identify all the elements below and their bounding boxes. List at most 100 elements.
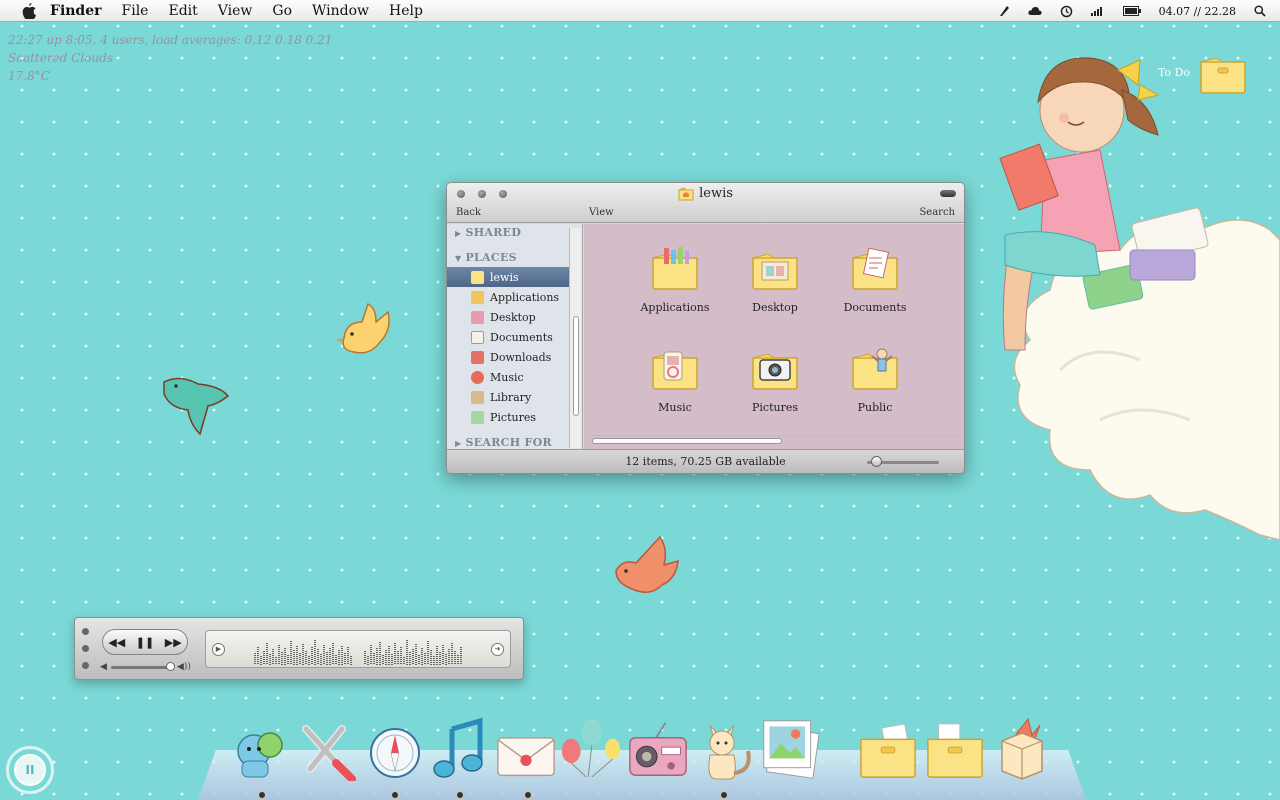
pause-widget[interactable]: II (6, 746, 54, 794)
menu-view[interactable]: View (218, 3, 253, 19)
geektool-overlay: 22:27 up 8:05, 4 users, load averages: 0… (8, 31, 332, 85)
library-icon (471, 390, 484, 404)
music-icon (471, 370, 484, 384)
menu-file[interactable]: File (122, 3, 149, 19)
sidebar-item-documents[interactable]: Documents (447, 327, 569, 347)
window-title: lewis (447, 186, 964, 201)
sidebar-item-label: Library (490, 390, 532, 404)
dock-running-indicator (259, 792, 265, 798)
folder-label: Pictures (752, 401, 798, 414)
sidebar-item-library[interactable]: Library (447, 387, 569, 407)
volume-control: ◀ ◀)) (100, 661, 191, 672)
view-button[interactable]: View (589, 207, 614, 218)
folder-label: Music (658, 401, 692, 414)
cloud-icon[interactable] (1028, 6, 1042, 16)
volume-slider[interactable] (110, 661, 175, 671)
menu-app-name[interactable]: Finder (50, 3, 102, 19)
pause-icon: II (14, 754, 46, 786)
dock-item-trash[interactable] (992, 715, 1052, 781)
folder-music[interactable]: Music (630, 346, 720, 414)
horizontal-scroll-thumb[interactable] (592, 438, 782, 444)
dock-item-radio[interactable] (628, 715, 688, 781)
dock-item-adium[interactable] (232, 715, 292, 781)
cloud-girl-illustration (999, 57, 1280, 540)
dock-running-indicator (457, 792, 463, 798)
folder-label: Documents (843, 301, 907, 314)
balloons-icon (561, 718, 620, 778)
teal-bird-icon (163, 377, 230, 436)
sidebar-item-music[interactable]: Music (447, 367, 569, 387)
sidebar-section-places[interactable]: ▼ PLACES (455, 251, 517, 264)
itunes-mini-player: ◀◀ ❚❚ ▶▶ ◀ ◀)) ▶ ➜ (74, 617, 524, 680)
spotlight-search-icon[interactable] (1254, 5, 1266, 17)
search-button[interactable]: Search (919, 207, 955, 218)
folder-public[interactable]: Public (830, 346, 920, 414)
folder-documents[interactable]: Documents (830, 246, 920, 314)
iphoto-icon (763, 720, 820, 779)
folder-desktop[interactable]: Desktop (730, 246, 820, 314)
dock-item-balloons[interactable] (560, 715, 620, 781)
menu-edit[interactable]: Edit (168, 3, 197, 19)
lcd-play-icon[interactable]: ▶ (212, 643, 225, 656)
script-icon[interactable] (998, 5, 1010, 17)
volume-slider-knob[interactable] (165, 661, 175, 671)
sidebar-item-downloads[interactable]: Downloads (447, 347, 569, 367)
pictures-folder-icon (752, 353, 798, 390)
sidebar-section-shared[interactable]: ▶ SHARED (455, 226, 521, 239)
sidebar-header-label: SHARED (465, 226, 522, 239)
sidebar-item-lewis[interactable]: lewis (447, 267, 569, 287)
documents-icon (471, 330, 484, 344)
menubar-clock[interactable]: 04.07 // 22.28 (1159, 5, 1236, 18)
dock-item-iphoto[interactable] (760, 715, 820, 781)
dock-item-itunes[interactable] (430, 715, 490, 781)
icon-size-slider-knob[interactable] (871, 456, 882, 467)
previous-track-button[interactable]: ◀◀ (108, 636, 125, 649)
toolbar-toggle-button[interactable] (940, 190, 956, 197)
player-close-button[interactable] (82, 628, 89, 635)
back-button[interactable]: Back (456, 207, 481, 218)
content-horizontal-scrollbar[interactable] (590, 435, 960, 446)
dock-item-cat[interactable] (696, 715, 756, 781)
pause-button[interactable]: ❚❚ (136, 636, 154, 649)
yellow-bird-icon (336, 302, 390, 354)
window-title-text: lewis (699, 186, 733, 201)
dock-item-safari[interactable] (365, 715, 425, 781)
menu-help[interactable]: Help (389, 3, 423, 19)
apple-menu-icon[interactable] (18, 2, 40, 19)
time-machine-icon[interactable] (1060, 5, 1073, 18)
next-track-button[interactable]: ▶▶ (165, 636, 182, 649)
home-folder-icon (471, 270, 484, 284)
sidebar-item-label: lewis (490, 270, 519, 284)
folder-pictures[interactable]: Pictures (730, 346, 820, 414)
dock-item-mail[interactable] (496, 715, 556, 781)
utilities-icon (302, 725, 356, 781)
sidebar-scroll-thumb[interactable] (573, 316, 579, 416)
menu-go[interactable]: Go (272, 3, 292, 19)
sidebar-scrollbar[interactable] (569, 228, 581, 448)
player-minimize-button[interactable] (82, 645, 89, 652)
sidebar-item-applications[interactable]: Applications (447, 287, 569, 307)
lcd-snapback-icon[interactable]: ➜ (491, 643, 504, 656)
dock-item-folder-2[interactable] (925, 715, 985, 781)
finder-content: Applications Desktop Documents Music Pic… (584, 224, 964, 450)
todo-folder-icon[interactable] (1198, 50, 1248, 96)
folder-applications[interactable]: Applications (630, 246, 720, 314)
battery-icon[interactable] (1122, 6, 1141, 16)
signal-icon[interactable] (1090, 6, 1105, 16)
player-zoom-button[interactable] (82, 662, 89, 669)
volume-high-icon: ◀)) (176, 662, 191, 672)
sidebar-item-desktop[interactable]: Desktop (447, 307, 569, 327)
sidebar-item-label: Downloads (490, 350, 552, 364)
sidebar-section-search-for[interactable]: ▶ SEARCH FOR (455, 436, 552, 449)
downloads-icon (471, 350, 484, 364)
dock-item-utilities[interactable] (298, 715, 358, 781)
sidebar-item-pictures[interactable]: Pictures (447, 407, 569, 427)
menu-window[interactable]: Window (312, 3, 369, 19)
dock-item-folder-1[interactable] (858, 715, 918, 781)
applications-folder-icon (652, 247, 698, 290)
temperature-text: 17.8°C (8, 69, 50, 83)
documents-folder-icon (852, 247, 898, 290)
finder-titlebar[interactable]: lewis Back View Search (447, 183, 964, 223)
sidebar-item-label: Applications (490, 290, 560, 304)
applications-icon (471, 290, 484, 304)
